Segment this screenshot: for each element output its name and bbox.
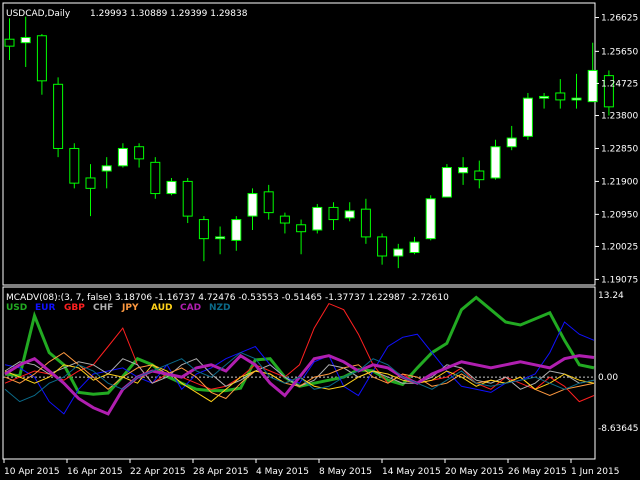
candle-body [425,198,436,240]
price-tick-label: 1.20950 [601,210,638,220]
candle-body [506,137,517,148]
candle-body [36,35,47,82]
ohlc-values: 1.29993 1.30889 1.29399 1.29838 [90,9,248,19]
price-axis: 1.26625 1.25650 1.24725 1.23800 1.22850 1.219… [595,14,638,285]
candle-body [328,206,339,221]
currency-label-nzd: NZD [209,303,231,313]
indicator-max-label: 13.24 [598,291,624,301]
time-tick-label: 28 Apr 2015 [193,467,249,477]
candle-body [458,167,469,174]
currency-label-usd: USD [6,303,27,313]
candle-body [4,38,15,47]
candle-body [587,69,598,103]
candle-body [571,97,582,101]
time-tick-label: 20 May 2015 [445,467,504,477]
time-tick-label: 22 Apr 2015 [130,467,186,477]
candle-body [555,92,566,101]
candle-body [198,219,209,240]
price-tick-label: 1.26625 [601,14,638,24]
candle-body [231,219,242,241]
price-window-frame [2,2,596,286]
symbol-label: USDCAD,Daily [6,9,71,19]
currency-label-cad: CAD [180,303,201,313]
price-tick-label: 1.21900 [601,177,638,187]
candle-body [344,210,355,219]
time-tick-label: 10 Apr 2015 [4,467,60,477]
currency-label-gbp: GBP [64,303,85,313]
candle-body [101,165,112,172]
series-line-eur [4,321,595,415]
candle-body [377,236,388,257]
currency-label-eur: EUR [35,303,55,313]
candle-body [393,248,404,257]
indicator-header: MCADV(08):(3, 7, false) 3.18706 -1.16737… [6,293,449,303]
price-tick-label: 1.24725 [601,79,638,89]
indicator-min-label: -8.63645 [598,424,638,434]
time-tick-label: 16 Apr 2015 [67,467,123,477]
indicator-window-frame [2,286,596,460]
currency-label-aud: AUD [151,303,172,313]
time-tick-label: 14 May 2015 [382,467,441,477]
price-tick-label: 1.23800 [601,112,638,122]
currency-legend: USD EUR GBP CHF JPY AUD CAD NZD [6,303,231,313]
candle-body [522,97,533,137]
candle-body [296,224,307,233]
candle-body [263,191,274,214]
candle-body [117,147,128,167]
time-tick-label: 1 Jun 2015 [571,467,619,477]
candle-body [85,177,96,189]
price-tick-label: 1.22850 [601,144,638,154]
candle-body [474,170,485,181]
price-window[interactable]: USDCAD,Daily 1.29993 1.30889 1.29399 1.2… [2,2,638,286]
candle-body [490,146,501,179]
candle-body [539,95,550,99]
candlesticks [4,16,614,269]
indicator-zero-label: 0.00 [598,373,618,383]
candle-body [409,241,420,254]
candle-body [53,83,64,149]
price-tick-label: 1.20025 [601,242,638,252]
candle-body [182,180,193,217]
indicator-lines [4,295,595,416]
indicator-window[interactable]: MCADV(08):(3, 7, false) 3.18706 -1.16737… [2,286,638,460]
time-tick-label: 26 May 2015 [508,467,567,477]
time-axis: 10 Apr 2015 16 Apr 2015 22 Apr 2015 28 Apr … [3,459,619,477]
candle-body [360,208,371,238]
price-tick-label: 1.25650 [601,47,638,57]
candle-body [279,215,290,224]
candle-body [150,161,161,195]
candle-body [134,146,145,160]
price-tick-label: 1.19075 [601,275,638,285]
trading-chart[interactable]: USDCAD,Daily 1.29993 1.30889 1.29399 1.2… [0,0,640,480]
currency-label-jpy: JPY [121,303,139,313]
time-tick-label: 8 May 2015 [319,467,372,477]
candle-body [69,147,80,184]
candle-body [247,193,258,217]
candle-body [20,36,31,44]
candle-body [312,206,323,231]
candle-body [215,236,226,240]
candle-body [441,167,452,198]
candle-body [166,180,177,195]
currency-label-chf: CHF [93,303,113,313]
time-tick-label: 4 May 2015 [256,467,309,477]
